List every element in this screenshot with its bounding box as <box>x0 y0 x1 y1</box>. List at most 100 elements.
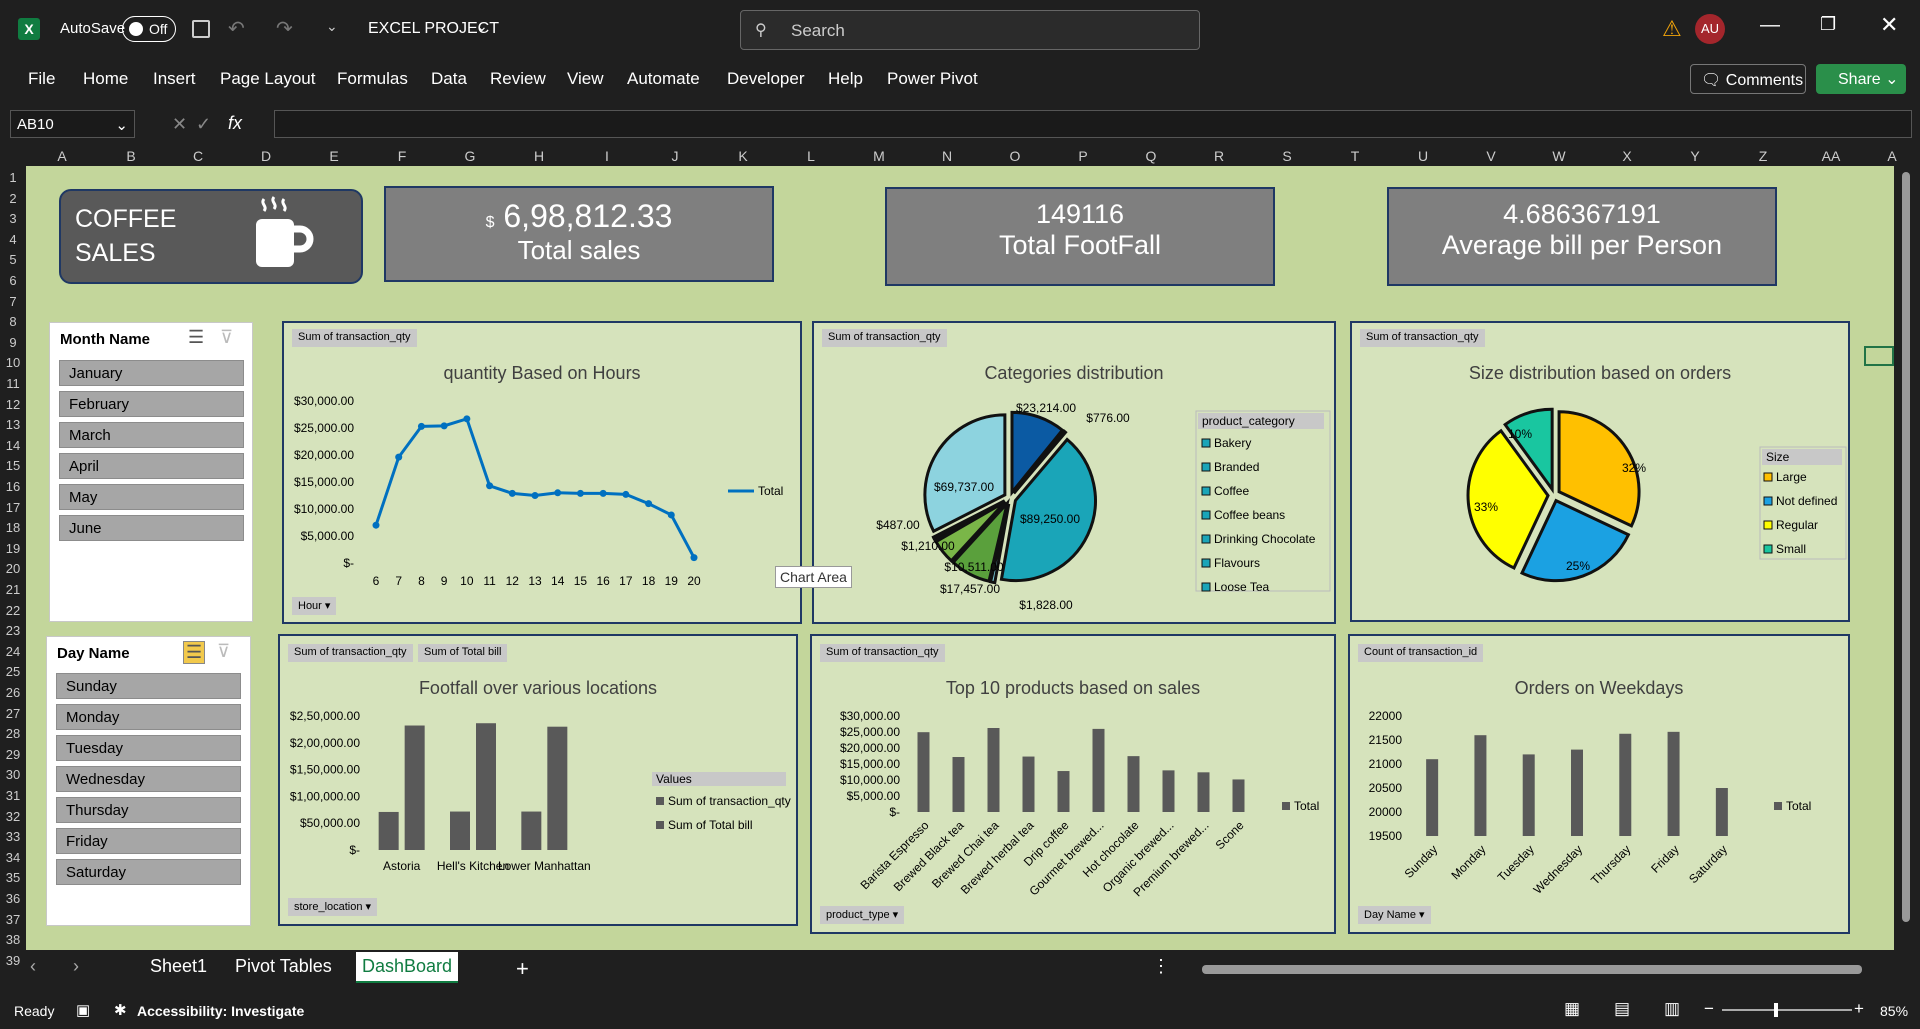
row-header[interactable]: 5 <box>0 252 26 267</box>
row-header[interactable]: 21 <box>0 582 26 597</box>
restore-icon[interactable]: ❐ <box>1820 14 1836 35</box>
axis-field-button[interactable]: Day Name ▾ <box>1358 906 1431 924</box>
row-header[interactable]: 4 <box>0 232 26 247</box>
enter-icon[interactable]: ✓ <box>196 114 211 135</box>
axis-field-button[interactable]: store_location ▾ <box>288 898 378 916</box>
redo-icon[interactable]: ↷ <box>276 16 293 41</box>
row-header[interactable]: 1 <box>0 170 26 185</box>
multi-select-icon[interactable]: ☰ <box>183 641 206 664</box>
column-header[interactable]: H <box>527 148 551 166</box>
search-box[interactable]: ⚲ Search <box>740 10 1200 50</box>
row-header[interactable]: 6 <box>0 273 26 288</box>
slicer-item-june[interactable]: June <box>59 515 244 541</box>
tab-dashboard[interactable]: DashBoard <box>356 952 459 983</box>
column-header[interactable]: A <box>50 148 74 166</box>
add-sheet-icon[interactable]: + <box>516 956 529 982</box>
column-header[interactable]: K <box>731 148 755 166</box>
weekdays-bar-chart[interactable]: Count of transaction_id Orders on Weekda… <box>1348 634 1850 934</box>
column-header[interactable]: T <box>1343 148 1367 166</box>
macro-icon[interactable]: ▣ <box>76 1001 90 1019</box>
menu-formulas[interactable]: Formulas <box>337 69 408 89</box>
more-options-icon[interactable]: ⋮ <box>1152 956 1170 977</box>
save-icon[interactable] <box>192 20 210 38</box>
row-header[interactable]: 38 <box>0 932 26 947</box>
menu-file[interactable]: File <box>28 69 55 89</box>
row-header[interactable]: 2 <box>0 191 26 206</box>
slicer-item-monday[interactable]: Monday <box>56 704 241 730</box>
row-header[interactable]: 32 <box>0 809 26 824</box>
menu-insert[interactable]: Insert <box>153 69 196 89</box>
normal-view-icon[interactable]: ▦ <box>1564 999 1580 1019</box>
row-header[interactable]: 20 <box>0 561 26 576</box>
month-slicer[interactable]: Month Name ☰ ⊽ January February March Ap… <box>49 322 253 622</box>
row-header[interactable]: 10 <box>0 355 26 370</box>
row-header[interactable]: 18 <box>0 520 26 535</box>
row-header[interactable]: 27 <box>0 706 26 721</box>
row-header[interactable]: 28 <box>0 726 26 741</box>
column-header[interactable]: I <box>595 148 619 166</box>
hours-line-chart[interactable]: Sum of transaction_qty quantity Based on… <box>282 321 802 624</box>
menu-automate[interactable]: Automate <box>627 69 700 89</box>
slicer-item-january[interactable]: January <box>59 360 244 386</box>
menu-view[interactable]: View <box>567 69 604 89</box>
slicer-item-march[interactable]: March <box>59 422 244 448</box>
day-slicer[interactable]: Day Name ☰ ⊽ Sunday Monday Tuesday Wedne… <box>46 636 251 926</box>
column-header[interactable]: L <box>799 148 823 166</box>
slicer-item-friday[interactable]: Friday <box>56 828 241 854</box>
menu-power-pivot[interactable]: Power Pivot <box>887 69 978 89</box>
row-header[interactable]: 39 <box>0 953 26 968</box>
column-header[interactable]: O <box>1003 148 1027 166</box>
column-header[interactable]: G <box>458 148 482 166</box>
slicer-item-thursday[interactable]: Thursday <box>56 797 241 823</box>
slicer-item-tuesday[interactable]: Tuesday <box>56 735 241 761</box>
footfall-bar-chart[interactable]: Sum of transaction_qty Sum of Total bill… <box>278 634 798 926</box>
column-header[interactable]: Q <box>1139 148 1163 166</box>
axis-field-button[interactable]: product_type ▾ <box>820 906 905 924</box>
row-header[interactable]: 11 <box>0 376 26 391</box>
share-button[interactable]: Share ⌄ <box>1816 64 1906 94</box>
column-header[interactable]: Z <box>1751 148 1775 166</box>
row-header[interactable]: 14 <box>0 438 26 453</box>
insert-function-icon[interactable]: fx <box>228 113 242 134</box>
row-header[interactable]: 19 <box>0 541 26 556</box>
top-products-bar-chart[interactable]: Sum of transaction_qty Top 10 products b… <box>810 634 1336 934</box>
row-header[interactable]: 22 <box>0 603 26 618</box>
slicer-item-may[interactable]: May <box>59 484 244 510</box>
row-header[interactable]: 36 <box>0 891 26 906</box>
tab-pivot-tables[interactable]: Pivot Tables <box>235 956 332 977</box>
zoom-level[interactable]: 85% <box>1880 1003 1908 1019</box>
column-header[interactable]: AA <box>1819 148 1843 166</box>
row-header[interactable]: 17 <box>0 500 26 515</box>
menu-data[interactable]: Data <box>431 69 467 89</box>
undo-icon[interactable]: ↶ <box>228 16 245 41</box>
slicer-item-february[interactable]: February <box>59 391 244 417</box>
row-header[interactable]: 33 <box>0 829 26 844</box>
column-header[interactable]: X <box>1615 148 1639 166</box>
row-header[interactable]: 31 <box>0 788 26 803</box>
column-header[interactable]: V <box>1479 148 1503 166</box>
row-header[interactable]: 7 <box>0 294 26 309</box>
column-header[interactable]: W <box>1547 148 1571 166</box>
row-header[interactable]: 15 <box>0 458 26 473</box>
column-header[interactable]: A <box>1880 148 1904 166</box>
column-header[interactable]: F <box>390 148 414 166</box>
row-header[interactable]: 8 <box>0 314 26 329</box>
warning-icon[interactable]: ⚠ <box>1662 16 1682 42</box>
customize-toolbar-icon[interactable]: ⌄ <box>326 18 338 35</box>
column-header[interactable]: P <box>1071 148 1095 166</box>
zoom-in-icon[interactable]: + <box>1854 999 1864 1019</box>
next-sheet-icon[interactable]: › <box>73 956 79 977</box>
row-header[interactable]: 16 <box>0 479 26 494</box>
column-header[interactable]: B <box>119 148 143 166</box>
close-icon[interactable]: ✕ <box>1880 12 1898 38</box>
page-layout-icon[interactable]: ▤ <box>1614 999 1630 1019</box>
row-header[interactable]: 3 <box>0 211 26 226</box>
cancel-icon[interactable]: ✕ <box>172 114 187 135</box>
formula-input[interactable] <box>274 110 1912 138</box>
accessibility-status[interactable]: Accessibility: Investigate <box>137 1003 304 1019</box>
column-header[interactable]: D <box>254 148 278 166</box>
column-header[interactable]: S <box>1275 148 1299 166</box>
chevron-down-icon[interactable]: ⌄ <box>476 18 488 35</box>
prev-sheet-icon[interactable]: ‹ <box>30 956 36 977</box>
dashboard-sheet[interactable]: COFFEE SALES $ 6,98,812.33 Total sales 1… <box>26 166 1894 950</box>
